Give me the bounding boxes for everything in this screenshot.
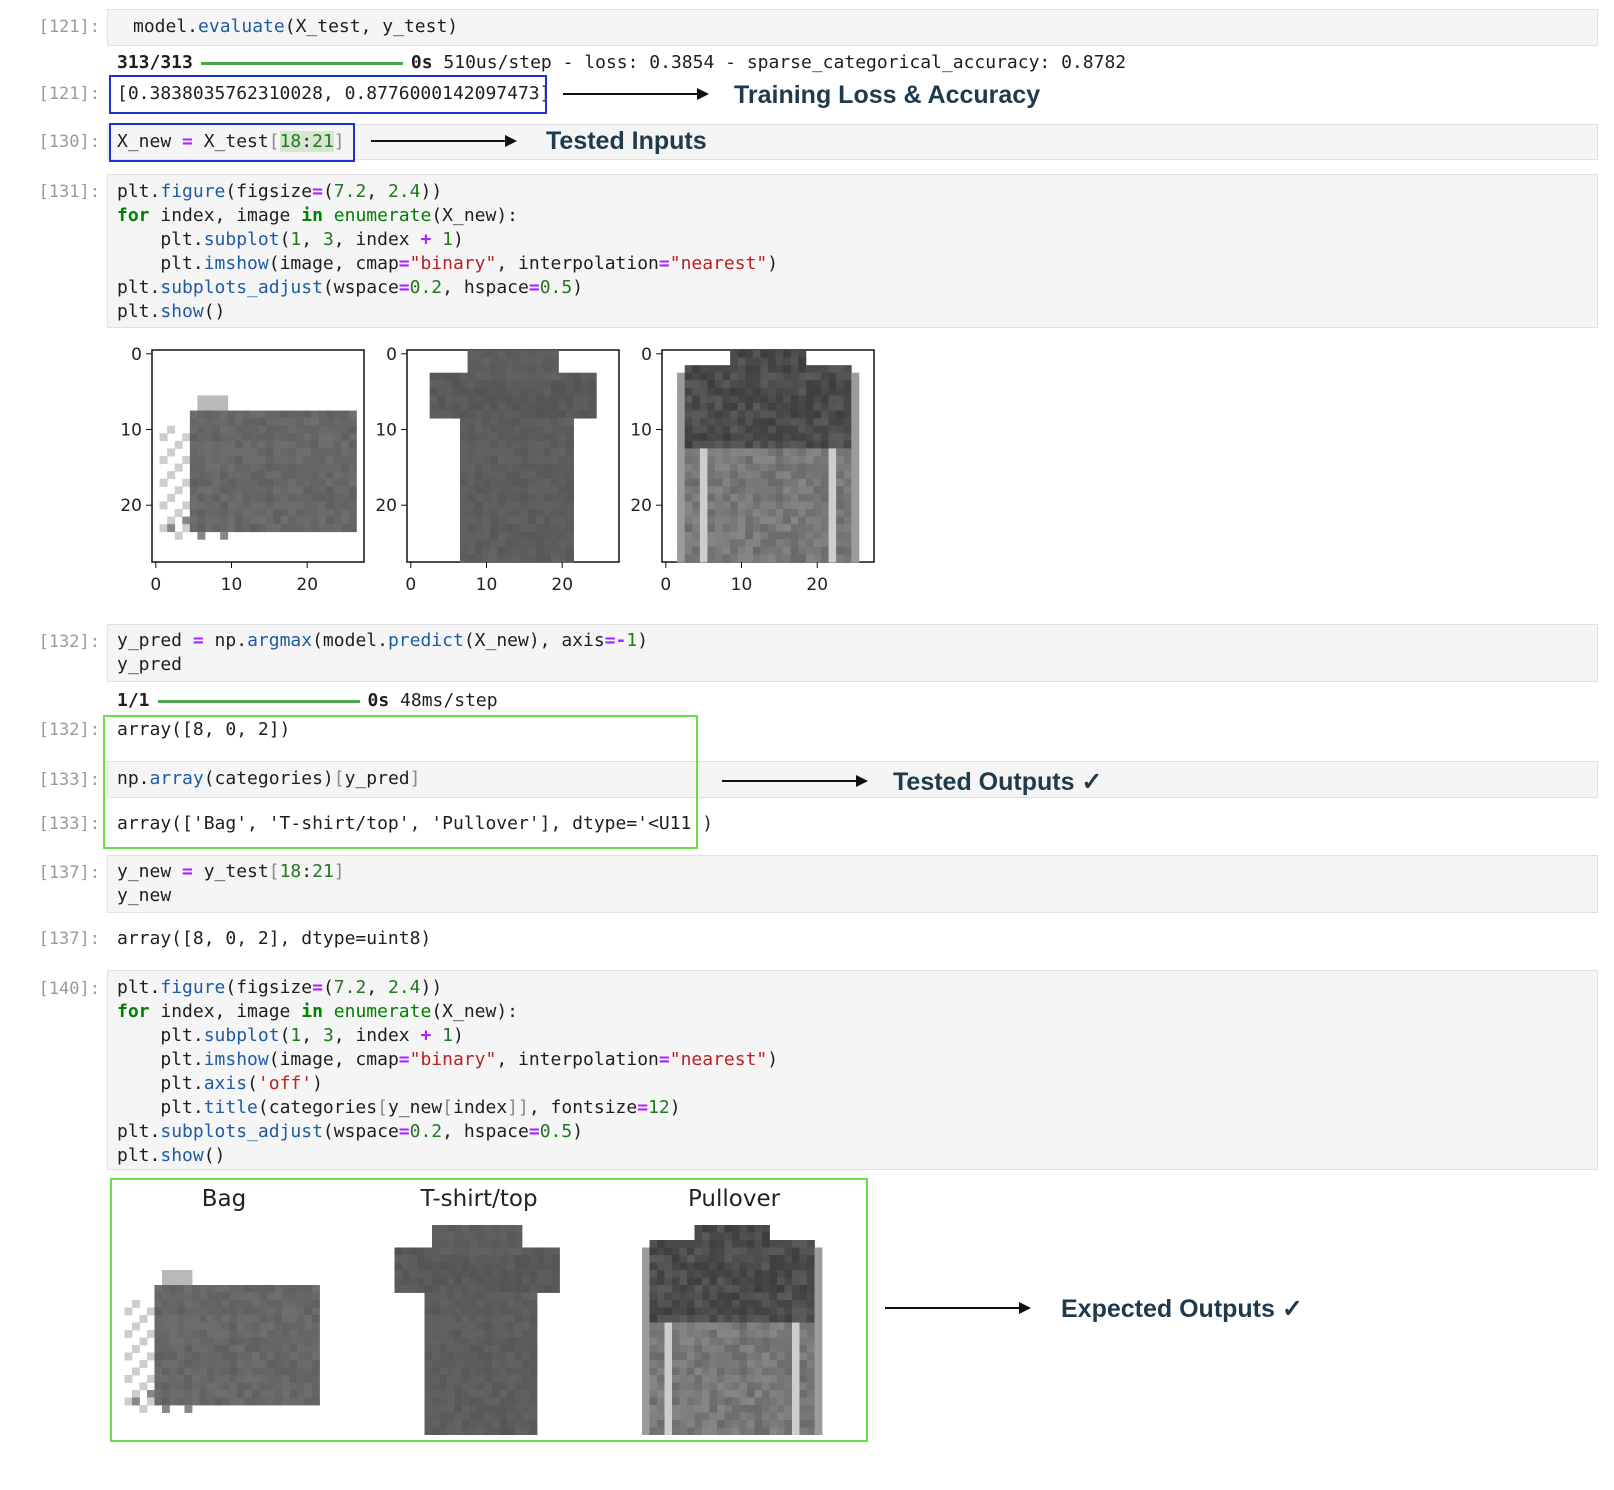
annotation-outputs: Tested Outputs ✓ <box>893 768 1103 796</box>
output-text: array([8, 0, 2], dtype=uint8) <box>117 928 432 949</box>
progress-line: 1/1 0s 48ms/step <box>117 690 498 711</box>
x-tick-label: 20 <box>806 575 828 595</box>
arrow-outputs <box>722 775 868 787</box>
x-tick-label: 10 <box>221 575 243 595</box>
figure-svg: 0 0 10 10 20 20 0 0 10 10 20 20 0 0 10 10 20 20 <box>120 345 875 595</box>
progress-bar <box>157 699 360 703</box>
image-titled-bag <box>124 1270 320 1413</box>
y-tick-label: 10 <box>375 421 397 441</box>
progress-line: 313/313 0s 510us/step - loss: 0.3854 - sp… <box>117 52 1127 73</box>
arrow-expected <box>885 1302 1031 1314</box>
code-block: y_new = y_test[18:21] y_new <box>117 861 345 906</box>
progress-bar <box>200 61 403 65</box>
cell-prompt: [132]: <box>38 632 100 652</box>
cell-prompt: [121]: <box>38 17 100 37</box>
cell-prompt: [121]: <box>38 84 100 104</box>
cell-prompt: [130]: <box>38 132 100 152</box>
x-tick-label: 20 <box>551 575 573 595</box>
highlight-box-training <box>109 75 547 114</box>
annotation-expected: Expected Outputs ✓ <box>1061 1295 1303 1323</box>
arrow-training <box>563 88 709 100</box>
y-tick-label: 0 <box>641 345 652 365</box>
figure-no-axes <box>112 1225 852 1440</box>
figure-title-1: Bag <box>201 1186 247 1212</box>
x-tick-label: 0 <box>405 575 416 595</box>
figure-title-3: Pullover <box>687 1186 781 1212</box>
annotation-training: Training Loss & Accuracy <box>734 81 1041 109</box>
highlight-box-outputs <box>103 715 698 849</box>
y-tick-label: 20 <box>120 496 142 516</box>
cell-prompt: [137]: <box>38 863 100 883</box>
figure2-svg <box>124 1225 823 1436</box>
x-tick-label: 10 <box>476 575 498 595</box>
y-tick-label: 10 <box>120 421 142 441</box>
code-block: plt.figure(figsize=(7.2, 2.4)) for index… <box>117 977 779 1166</box>
cell-prompt: [133]: <box>38 814 100 834</box>
highlight-box-inputs <box>109 123 355 162</box>
y-tick-label: 20 <box>630 496 652 516</box>
arrow-inputs <box>371 135 517 147</box>
image-titled-pullover <box>642 1225 823 1436</box>
image-pullover <box>677 350 860 563</box>
x-tick-label: 0 <box>150 575 161 595</box>
x-tick-label: 20 <box>296 575 318 595</box>
cell-prompt: [140]: <box>38 979 100 999</box>
code-block: plt.figure(figsize=(7.2, 2.4)) for index… <box>117 181 779 322</box>
y-tick-label: 10 <box>630 421 652 441</box>
x-tick-label: 0 <box>660 575 671 595</box>
cell-prompt: [133]: <box>38 770 100 790</box>
annotation-inputs: Tested Inputs <box>546 127 707 155</box>
figure-with-axes: 0 0 10 10 20 20 0 0 10 10 20 20 0 0 10 10 20 20 <box>110 340 910 610</box>
y-tick-label: 20 <box>375 496 397 516</box>
code-line: model.evaluate(X_test, y_test) <box>133 16 459 37</box>
y-tick-label: 0 <box>131 345 142 365</box>
cell-prompt: [132]: <box>38 720 100 740</box>
cell-prompt: [137]: <box>38 929 100 949</box>
code-block: y_pred = np.argmax(model.predict(X_new),… <box>117 630 649 675</box>
cell-prompt: [131]: <box>38 182 100 202</box>
image-titled-tshirt <box>394 1225 560 1436</box>
figure-title-2: T-shirt/top <box>420 1186 538 1212</box>
y-tick-label: 0 <box>386 345 397 365</box>
x-tick-label: 10 <box>731 575 753 595</box>
